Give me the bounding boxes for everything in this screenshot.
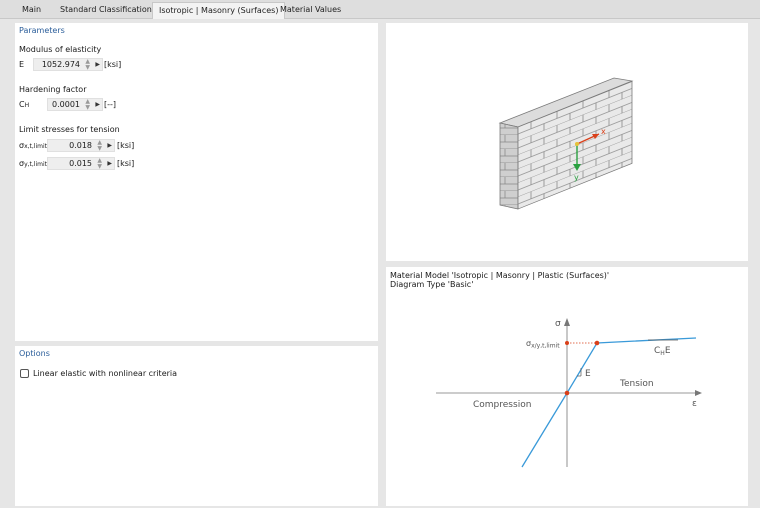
epsilon-label: ε xyxy=(692,399,697,409)
e-symbol: E xyxy=(19,60,25,69)
stress-strain-curve xyxy=(521,337,697,468)
linear-elastic-checkbox[interactable] xyxy=(20,369,29,378)
modulus-heading: Modulus of elasticity xyxy=(19,45,102,54)
parameters-panel: Parameters Modulus of elasticity E 1052.… xyxy=(15,23,378,341)
sx-unit: [ksi] xyxy=(117,141,135,150)
arrow-right-icon[interactable]: ▶ xyxy=(95,101,100,108)
wall-axis-x-label: x xyxy=(601,127,606,136)
masonry-wall-illustration: x y xyxy=(498,77,634,210)
tab-standard-classification[interactable]: Standard Classification xyxy=(54,2,158,19)
linear-elastic-label[interactable]: Linear elastic with nonlinear criteria xyxy=(33,369,177,378)
sx-value: 0.018 xyxy=(69,141,92,150)
e-slope-label: E xyxy=(585,369,591,379)
e-unit: [ksi] xyxy=(104,60,122,69)
stress-strain-diagram: σ ε σx/y,t,limit CHE E Tension Compressi… xyxy=(436,318,702,468)
sx-field[interactable]: 0.018 ▲ ▼ ▶ xyxy=(47,139,115,152)
ch-field[interactable]: 0.0001 ▲ ▼ ▶ xyxy=(47,98,103,111)
tab-material-values[interactable]: Material Values xyxy=(274,2,347,19)
tab-main[interactable]: Main xyxy=(16,2,47,19)
e-value: 1052.974 xyxy=(41,60,80,69)
wall-image-panel: x y xyxy=(386,23,748,261)
limit-point xyxy=(565,341,569,345)
sy-field[interactable]: 0.015 ▲ ▼ ▶ xyxy=(47,157,115,170)
ch-value: 0.0001 xyxy=(52,100,80,109)
sx-symbol: σx,t,limit xyxy=(19,141,47,150)
options-title: Options xyxy=(19,349,50,358)
ch-e-label: CHE xyxy=(654,346,671,357)
hardening-heading: Hardening factor xyxy=(19,85,87,94)
arrow-right-icon[interactable]: ▶ xyxy=(107,160,112,167)
tab-bar: Main Standard Classification Isotropic |… xyxy=(0,0,760,19)
spin-icon[interactable]: ▲ ▼ xyxy=(85,99,90,111)
e-field[interactable]: 1052.974 ▲ ▼ ▶ xyxy=(33,58,103,71)
wall-axis-y-label: y xyxy=(574,173,579,182)
ch-symbol: CH xyxy=(19,100,30,109)
ch-unit: [--] xyxy=(104,100,117,109)
arrow-right-icon[interactable]: ▶ xyxy=(95,61,100,68)
arrow-right-icon[interactable]: ▶ xyxy=(107,142,112,149)
limit-heading: Limit stresses for tension xyxy=(19,125,120,134)
sy-symbol: σy,t,limit xyxy=(19,159,47,168)
spin-icon[interactable]: ▲ ▼ xyxy=(97,158,102,170)
origin-point xyxy=(564,390,570,396)
sy-unit: [ksi] xyxy=(117,159,135,168)
spin-icon[interactable]: ▲ ▼ xyxy=(85,59,90,71)
parameters-title: Parameters xyxy=(19,26,65,35)
sigma-limit-label: σx/y,t,limit xyxy=(526,339,560,350)
tension-label: Tension xyxy=(619,379,654,389)
tab-isotropic-masonry[interactable]: Isotropic | Masonry (Surfaces) xyxy=(152,2,286,19)
diagram-panel: Material Model 'Isotropic | Masonry | Pl… xyxy=(386,267,748,506)
yield-point xyxy=(594,340,600,346)
sy-value: 0.015 xyxy=(69,159,92,168)
sigma-label: σ xyxy=(555,319,561,329)
spin-icon[interactable]: ▲ ▼ xyxy=(97,140,102,152)
compression-label: Compression xyxy=(473,400,531,410)
options-panel: Options Linear elastic with nonlinear cr… xyxy=(15,346,378,506)
